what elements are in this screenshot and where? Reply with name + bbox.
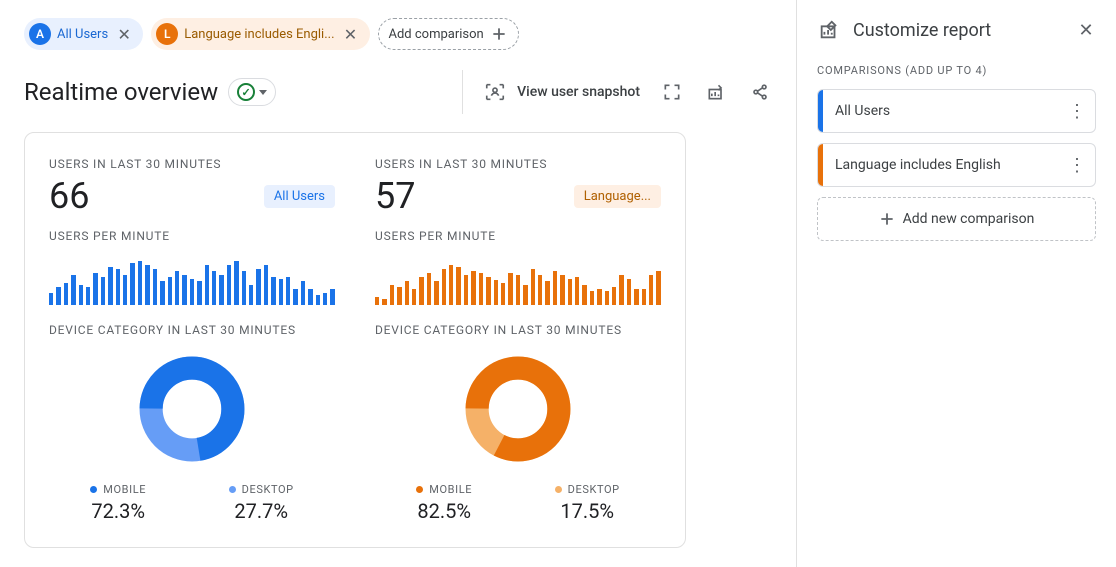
users-count: 57 (375, 175, 415, 217)
customize-report-panel: Customize report ✕ COMPARISONS (ADD UP T… (796, 0, 1116, 567)
users-count: 66 (49, 175, 89, 217)
status-dropdown[interactable]: ✓ (228, 78, 276, 106)
comparison-label: Language includes English (823, 157, 1059, 173)
snapshot-label: View user snapshot (517, 84, 640, 100)
view-user-snapshot-button[interactable]: View user snapshot (483, 80, 640, 104)
title-group: Realtime overview ✓ (24, 78, 276, 106)
card-column-all-users: USERS IN LAST 30 MINUTES 66 All Users US… (49, 157, 335, 523)
chip-badge-all-users: A (29, 23, 51, 45)
metric-label: DEVICE CATEGORY IN LAST 30 MINUTES (375, 323, 661, 337)
chip-badge-language: L (156, 23, 178, 45)
metric-label: DEVICE CATEGORY IN LAST 30 MINUTES (49, 323, 335, 337)
legend-mobile: MOBILE 82.5% (416, 481, 472, 523)
plus-icon (490, 25, 508, 43)
chip-all-users[interactable]: A All Users ✕ (24, 18, 143, 50)
users-per-minute-chart-blue (49, 255, 335, 305)
main-area: A All Users ✕ L Language includes Engli.… (0, 0, 796, 567)
add-comparison-label: Add new comparison (903, 211, 1035, 227)
users-per-minute-chart-orange (375, 255, 661, 305)
comparison-label: All Users (823, 103, 1059, 119)
close-icon[interactable]: ✕ (341, 24, 361, 44)
plus-icon (879, 211, 895, 227)
segment-tag: Language... (574, 185, 661, 208)
device-donut-chart (138, 355, 246, 463)
metric-label: USERS IN LAST 30 MINUTES (49, 157, 335, 171)
user-snapshot-icon (483, 80, 507, 104)
share-icon[interactable] (748, 80, 772, 104)
comparisons-subheader: COMPARISONS (ADD UP TO 4) (817, 64, 1096, 77)
legend-desktop: DESKTOP 27.7% (229, 481, 294, 523)
header-actions: View user snapshot (462, 70, 772, 114)
device-legend: MOBILE 72.3% DESKTOP 27.7% (49, 481, 335, 523)
legend-mobile: MOBILE 72.3% (90, 481, 146, 523)
metric-label: USERS PER MINUTE (375, 229, 661, 243)
more-menu-icon[interactable]: ⋮ (1059, 155, 1095, 176)
segment-tag: All Users (264, 185, 335, 208)
side-header: Customize report ✕ (817, 18, 1096, 42)
realtime-card: USERS IN LAST 30 MINUTES 66 All Users US… (24, 132, 686, 548)
chevron-down-icon (259, 90, 267, 95)
more-menu-icon[interactable]: ⋮ (1059, 101, 1095, 122)
device-legend: MOBILE 82.5% DESKTOP 17.5% (375, 481, 661, 523)
comparison-item-language[interactable]: Language includes English ⋮ (817, 143, 1096, 187)
close-icon[interactable]: ✕ (114, 24, 134, 44)
chip-label: Language includes Engli... (184, 27, 334, 42)
customize-icon (817, 18, 841, 42)
add-comparison-chip[interactable]: Add comparison (378, 18, 519, 50)
device-donut-chart (464, 355, 572, 463)
metric-label: USERS IN LAST 30 MINUTES (375, 157, 661, 171)
metric-label: USERS PER MINUTE (49, 229, 335, 243)
chip-label: Add comparison (389, 27, 484, 42)
legend-desktop: DESKTOP 17.5% (555, 481, 620, 523)
page-header: Realtime overview ✓ View user snapshot (24, 70, 772, 114)
side-title: Customize report (853, 20, 1064, 41)
card-column-language: USERS IN LAST 30 MINUTES 57 Language... … (375, 157, 661, 523)
comparison-item-all-users[interactable]: All Users ⋮ (817, 89, 1096, 133)
chip-label: All Users (57, 27, 108, 42)
fullscreen-icon[interactable] (660, 80, 684, 104)
close-icon[interactable]: ✕ (1076, 20, 1096, 40)
check-circle-icon: ✓ (237, 83, 255, 101)
add-new-comparison-button[interactable]: Add new comparison (817, 197, 1096, 241)
chip-language[interactable]: L Language includes Engli... ✕ (151, 18, 369, 50)
comparison-chips: A All Users ✕ L Language includes Engli.… (24, 18, 772, 50)
page-title: Realtime overview (24, 78, 218, 106)
edit-report-icon[interactable] (704, 80, 728, 104)
